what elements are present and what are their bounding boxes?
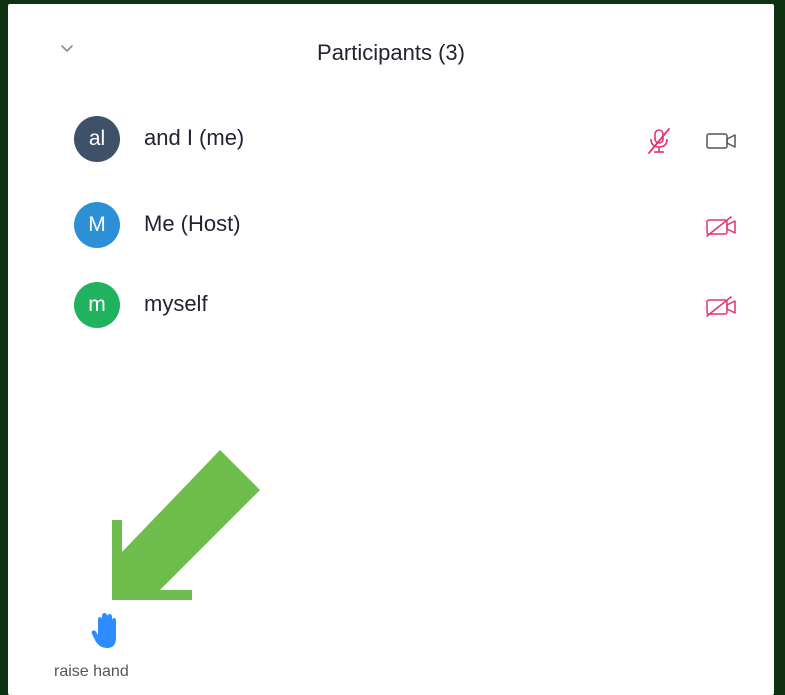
avatar-initials: M <box>88 213 106 236</box>
participants-panel: Participants (3) al and I (me) M Me (Hos… <box>8 4 774 695</box>
avatar-initials: al <box>88 127 106 150</box>
participant-name: myself <box>144 291 208 316</box>
video-button[interactable] <box>702 214 742 240</box>
video-button[interactable] <box>702 294 742 320</box>
muted-microphone-icon <box>648 128 670 154</box>
avatar-initials: m <box>88 293 106 316</box>
avatar: al <box>74 116 120 162</box>
participant-name: Me (Host) <box>144 211 241 236</box>
raise-hand-label: raise hand <box>54 663 129 680</box>
participant-row[interactable]: M Me (Host) <box>8 194 774 254</box>
panel-title: Participants (3) <box>317 40 465 65</box>
video-off-icon <box>706 216 736 237</box>
participant-row[interactable]: al and I (me) <box>8 108 774 168</box>
avatar: m <box>74 282 120 328</box>
panel-header: Participants (3) <box>8 4 774 94</box>
raised-hand-icon <box>90 612 120 657</box>
video-button[interactable] <box>702 128 742 154</box>
video-off-icon <box>706 296 736 317</box>
raise-hand-button[interactable]: raise hand <box>46 604 166 694</box>
participant-row[interactable]: m myself <box>8 274 774 334</box>
mute-button[interactable] <box>644 126 674 156</box>
video-camera-icon <box>706 133 736 149</box>
avatar: M <box>74 202 120 248</box>
participant-name: and I (me) <box>144 125 245 150</box>
